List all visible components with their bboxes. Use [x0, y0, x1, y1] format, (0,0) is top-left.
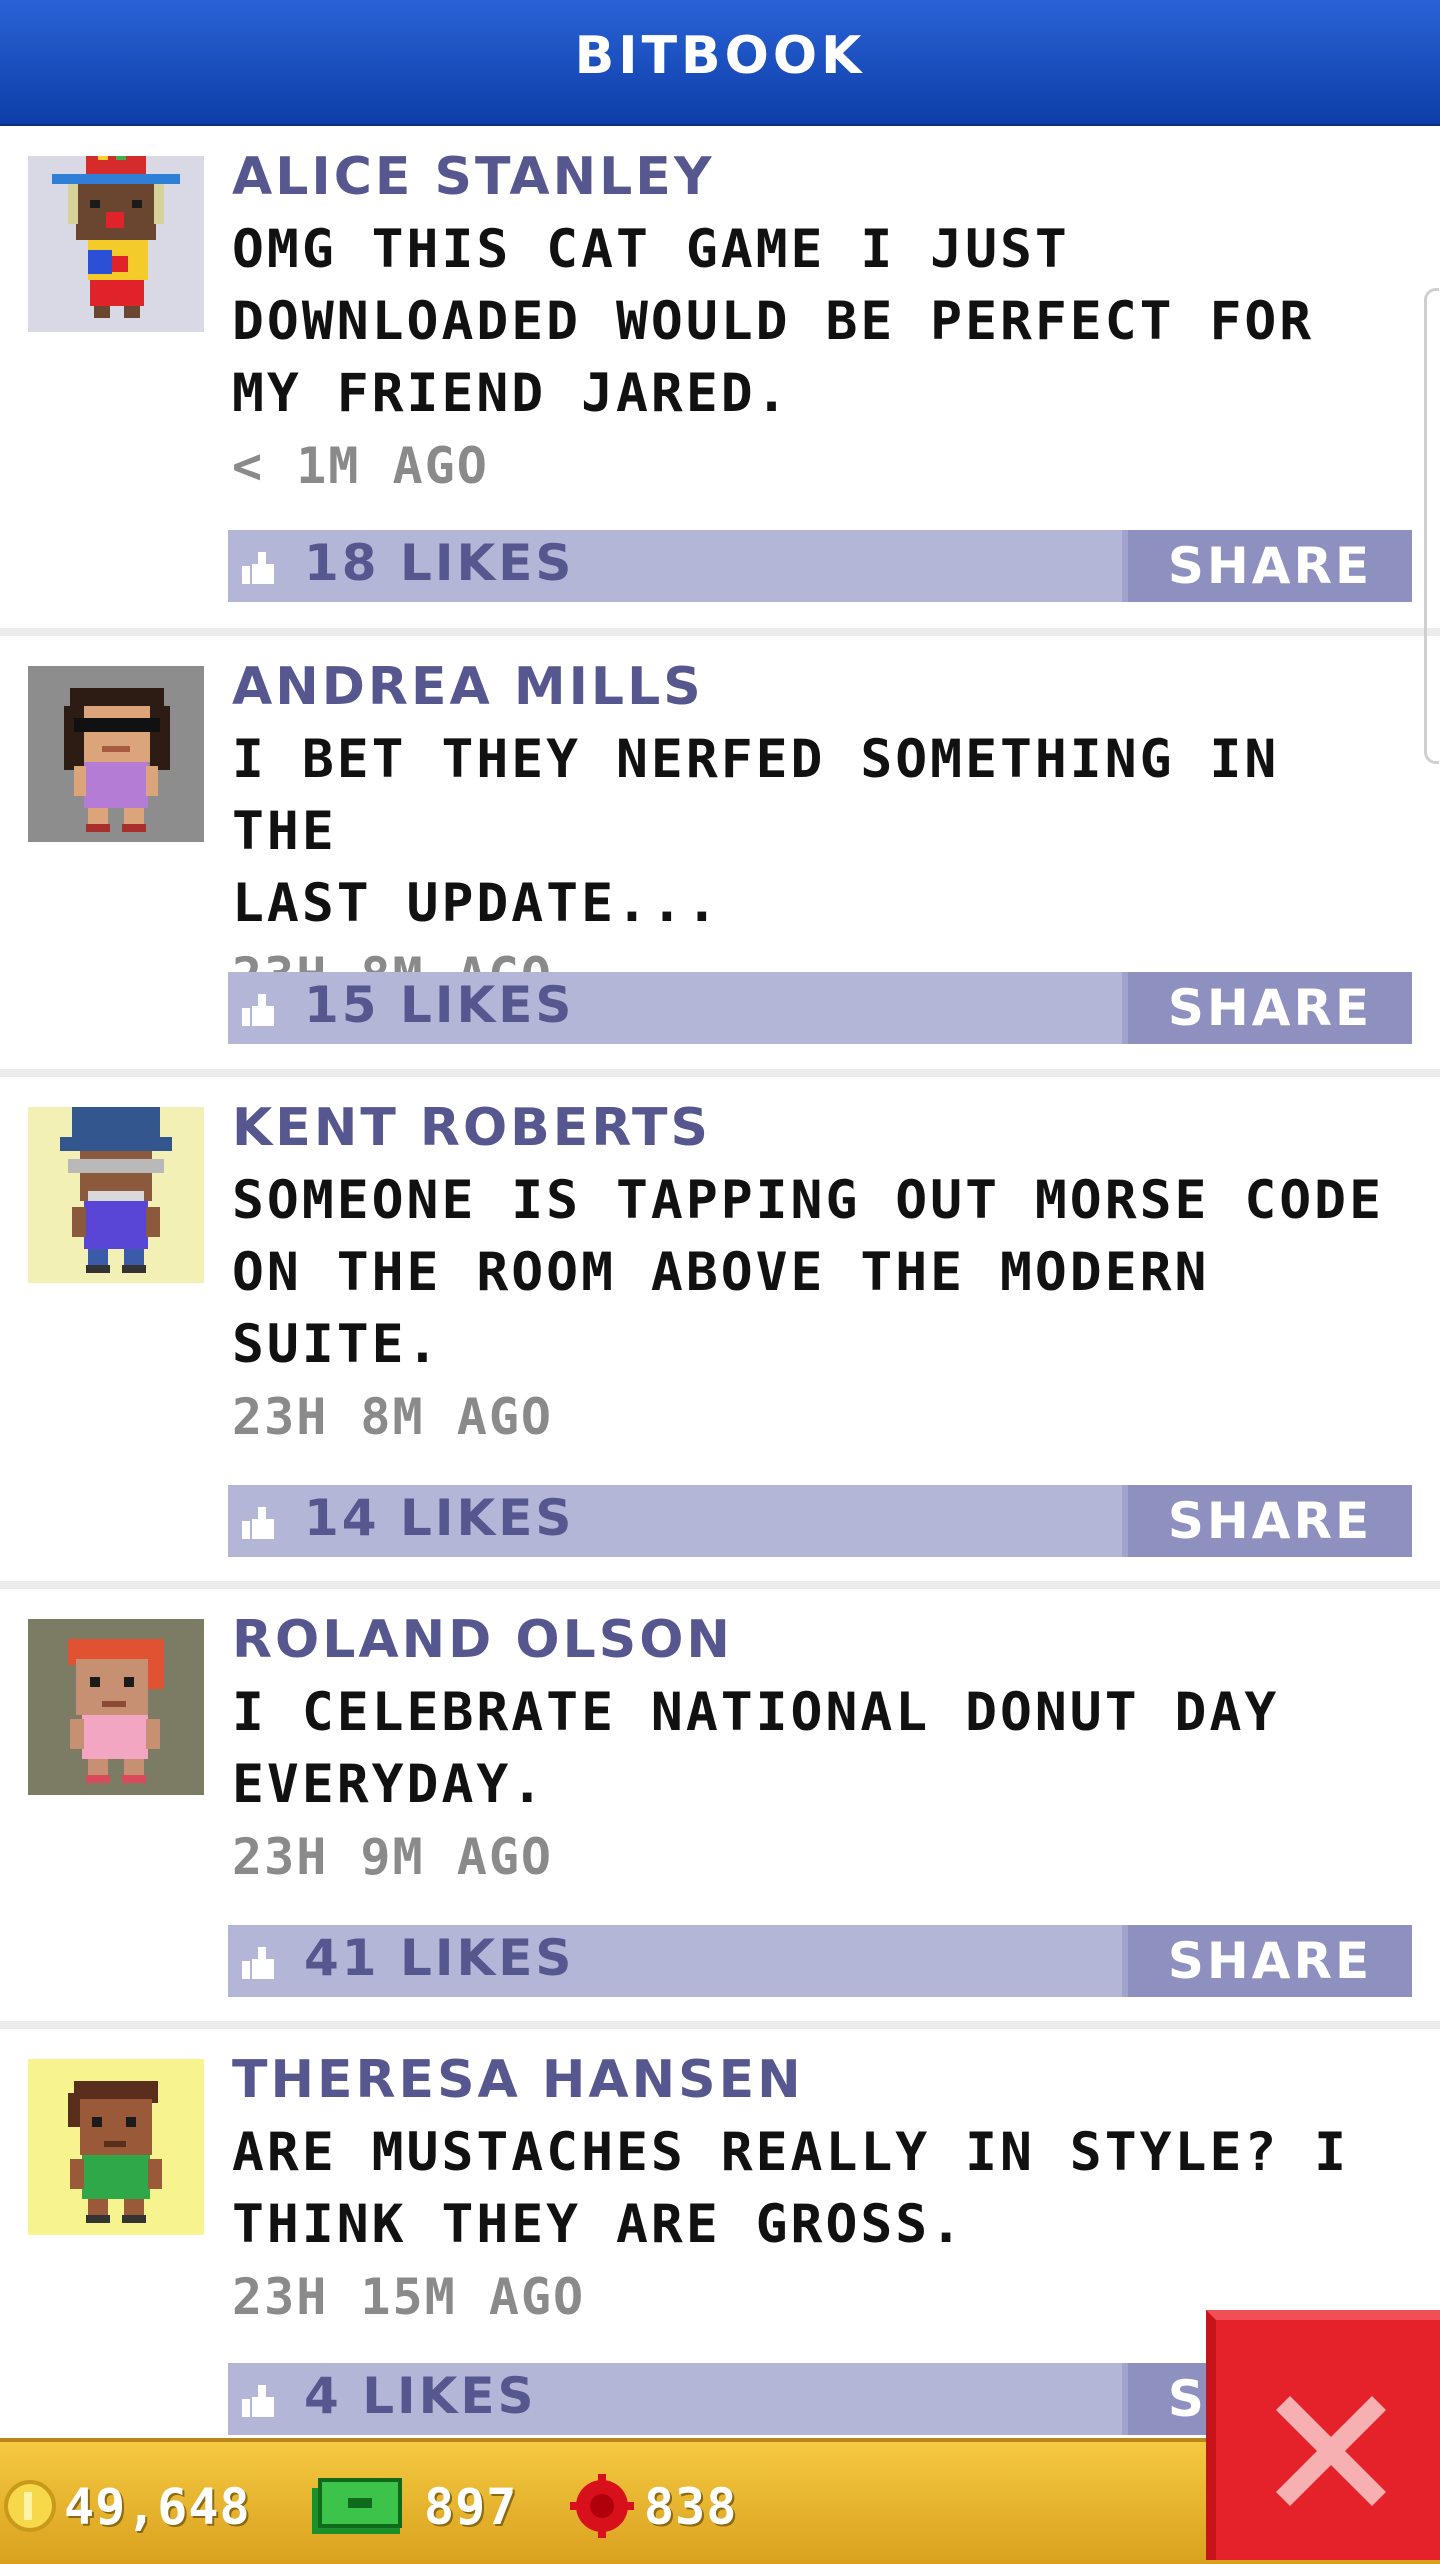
- post-author[interactable]: ANDREA MILLS: [232, 656, 1412, 718]
- post-time: 23H 8M AGO: [232, 1388, 554, 1446]
- coins-count: 49,648: [64, 2478, 251, 2536]
- post-item: ANDREA MILLS I BET THEY NERFED SOMETHING…: [0, 636, 1440, 1077]
- post-item: ALICE STANLEY OMG THIS CAT GAME I JUST D…: [0, 126, 1440, 636]
- post-message: I CELEBRATE NATIONAL DONUT DAY EVERYDAY.: [232, 1682, 1280, 1815]
- like-bar[interactable]: 41 LIKES SHARE: [228, 1925, 1412, 1997]
- share-button[interactable]: SHARE: [1122, 1925, 1412, 1997]
- avatar-alice-stanley[interactable]: [28, 156, 204, 332]
- avatar-roland-olson[interactable]: [28, 1619, 204, 1795]
- post-item: ROLAND OLSON I CELEBRATE NATIONAL DONUT …: [0, 1589, 1440, 2029]
- post-message: ARE MUSTACHES REALLY IN STYLE? I THINK T…: [232, 2122, 1350, 2255]
- like-count[interactable]: 41 LIKES: [304, 1929, 574, 1987]
- close-button[interactable]: [1206, 2310, 1440, 2560]
- share-button[interactable]: SHARE: [1122, 1485, 1412, 1557]
- bux-icon: [312, 2478, 402, 2534]
- post-author[interactable]: ALICE STANLEY: [232, 146, 1412, 208]
- like-bar[interactable]: 14 LIKES SHARE: [228, 1485, 1412, 1557]
- avatar-andrea-mills[interactable]: [28, 666, 204, 842]
- thumbs-up-icon: [242, 552, 274, 584]
- coin-icon: [4, 2480, 56, 2532]
- post-time: 23H 9M AGO: [232, 1828, 554, 1886]
- post-time: < 1M AGO: [232, 437, 489, 495]
- scrollbar[interactable]: [1424, 288, 1439, 764]
- app-title: BITBOOK: [574, 26, 866, 86]
- thumbs-up-icon: [242, 1507, 274, 1539]
- avatar-theresa-hansen[interactable]: [28, 2059, 204, 2235]
- post-message: I BET THEY NERFED SOMETHING IN THE LAST …: [232, 729, 1280, 934]
- bux-count: 897: [424, 2478, 518, 2536]
- points-count: 838: [644, 2478, 738, 2536]
- like-count[interactable]: 15 LIKES: [304, 976, 574, 1034]
- close-icon: [1276, 2396, 1386, 2506]
- like-bar[interactable]: 18 LIKES SHARE: [228, 530, 1412, 602]
- post-message: OMG THIS CAT GAME I JUST DOWNLOADED WOUL…: [232, 219, 1315, 424]
- thumbs-up-icon: [242, 994, 274, 1026]
- like-count[interactable]: 4 LIKES: [304, 2367, 537, 2425]
- thumbs-up-icon: [242, 1947, 274, 1979]
- share-button[interactable]: SHARE: [1122, 972, 1412, 1044]
- points-icon: [570, 2474, 634, 2538]
- post-message: SOMEONE IS TAPPING OUT MORSE CODE ON THE…: [232, 1170, 1384, 1375]
- thumbs-up-icon: [242, 2385, 274, 2417]
- avatar-kent-roberts[interactable]: [28, 1107, 204, 1283]
- post-author[interactable]: KENT ROBERTS: [232, 1097, 1412, 1159]
- like-bar[interactable]: 15 LIKES SHARE: [228, 972, 1412, 1044]
- post-item: KENT ROBERTS SOMEONE IS TAPPING OUT MORS…: [0, 1077, 1440, 1589]
- app-header: BITBOOK: [0, 0, 1440, 126]
- like-count[interactable]: 18 LIKES: [304, 534, 574, 592]
- post-author[interactable]: THERESA HANSEN: [232, 2049, 1412, 2111]
- like-count[interactable]: 14 LIKES: [304, 1489, 574, 1547]
- share-button[interactable]: SHARE: [1122, 530, 1412, 602]
- post-feed: ALICE STANLEY OMG THIS CAT GAME I JUST D…: [0, 126, 1440, 2438]
- post-author[interactable]: ROLAND OLSON: [232, 1609, 1412, 1671]
